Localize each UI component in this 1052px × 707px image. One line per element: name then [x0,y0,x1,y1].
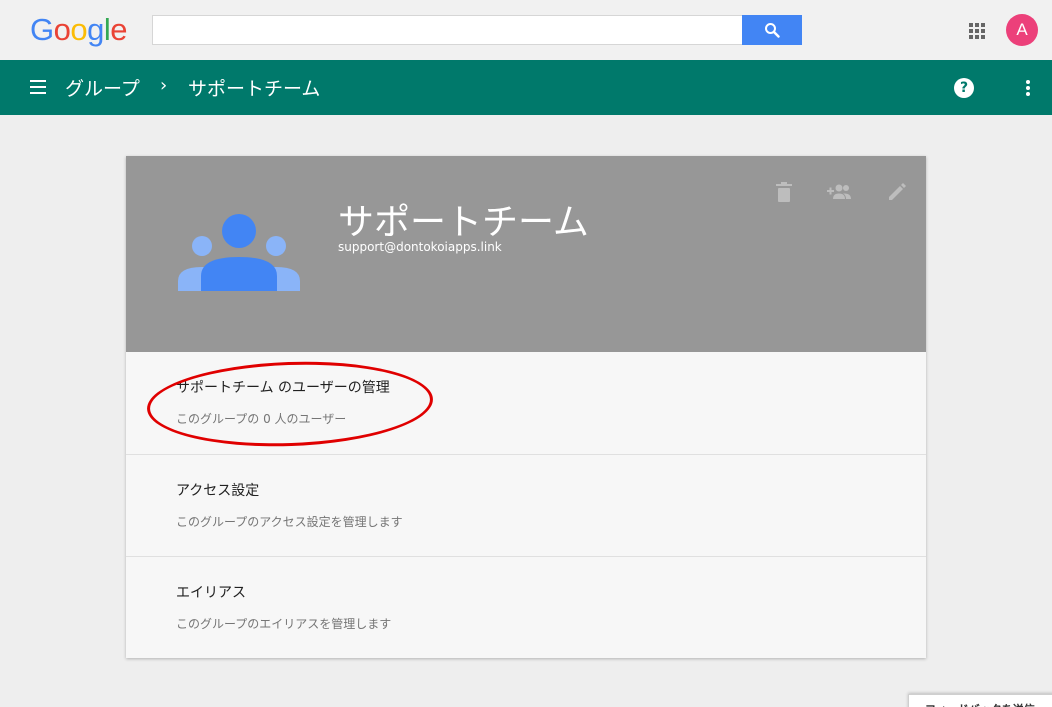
list-item-aliases[interactable]: エイリアス このグループのエイリアスを管理します [126,556,926,658]
apps-grid-icon[interactable] [969,23,985,39]
search-button[interactable] [742,15,802,45]
list-item-title: サポートチーム のユーザーの管理 [176,380,390,396]
send-feedback-button[interactable]: フィードバックを送信 [908,694,1052,707]
logo-letter: o [70,12,88,47]
list-item-subtitle: このグループの 0 人のユーザー [176,412,347,426]
search-box [152,15,802,45]
add-people-icon[interactable] [826,181,852,203]
group-header: サポートチーム support@dontokoiapps.link [126,156,926,352]
help-icon[interactable]: ? [954,78,974,98]
group-email: support@dontokoiapps.link [338,240,502,254]
chevron-right-icon: › [160,75,168,96]
delete-icon[interactable] [773,181,795,203]
logo-letter: e [110,12,128,47]
breadcrumb-groups[interactable]: グループ [65,74,140,101]
search-input[interactable] [153,16,743,44]
avatar[interactable]: A [1006,14,1038,46]
google-top-bar: Google A [0,0,1052,60]
search-icon [765,23,780,38]
google-logo[interactable]: Google [30,12,128,48]
list-item-access-settings[interactable]: アクセス設定 このグループのアクセス設定を管理します [126,454,926,556]
group-card: サポートチーム support@dontokoiapps.link サポートチー… [126,156,926,658]
more-vert-icon[interactable] [1026,80,1030,96]
list-item-title: アクセス設定 [176,483,260,499]
list-item-manage-users[interactable]: サポートチーム のユーザーの管理 このグループの 0 人のユーザー [126,352,926,454]
group-avatar-icon [178,214,300,291]
logo-letter: o [53,12,71,47]
list-item-title: エイリアス [176,585,246,601]
app-bar: グループ › サポートチーム ? [0,60,1052,115]
logo-letter: g [87,12,104,47]
logo-letter: G [30,12,54,47]
edit-icon[interactable] [886,181,908,203]
group-name: サポートチーム [338,202,589,243]
list-item-subtitle: このグループのエイリアスを管理します [176,617,392,631]
menu-icon[interactable] [30,80,46,94]
list-item-subtitle: このグループのアクセス設定を管理します [176,515,403,529]
breadcrumb-current: サポートチーム [188,78,321,100]
